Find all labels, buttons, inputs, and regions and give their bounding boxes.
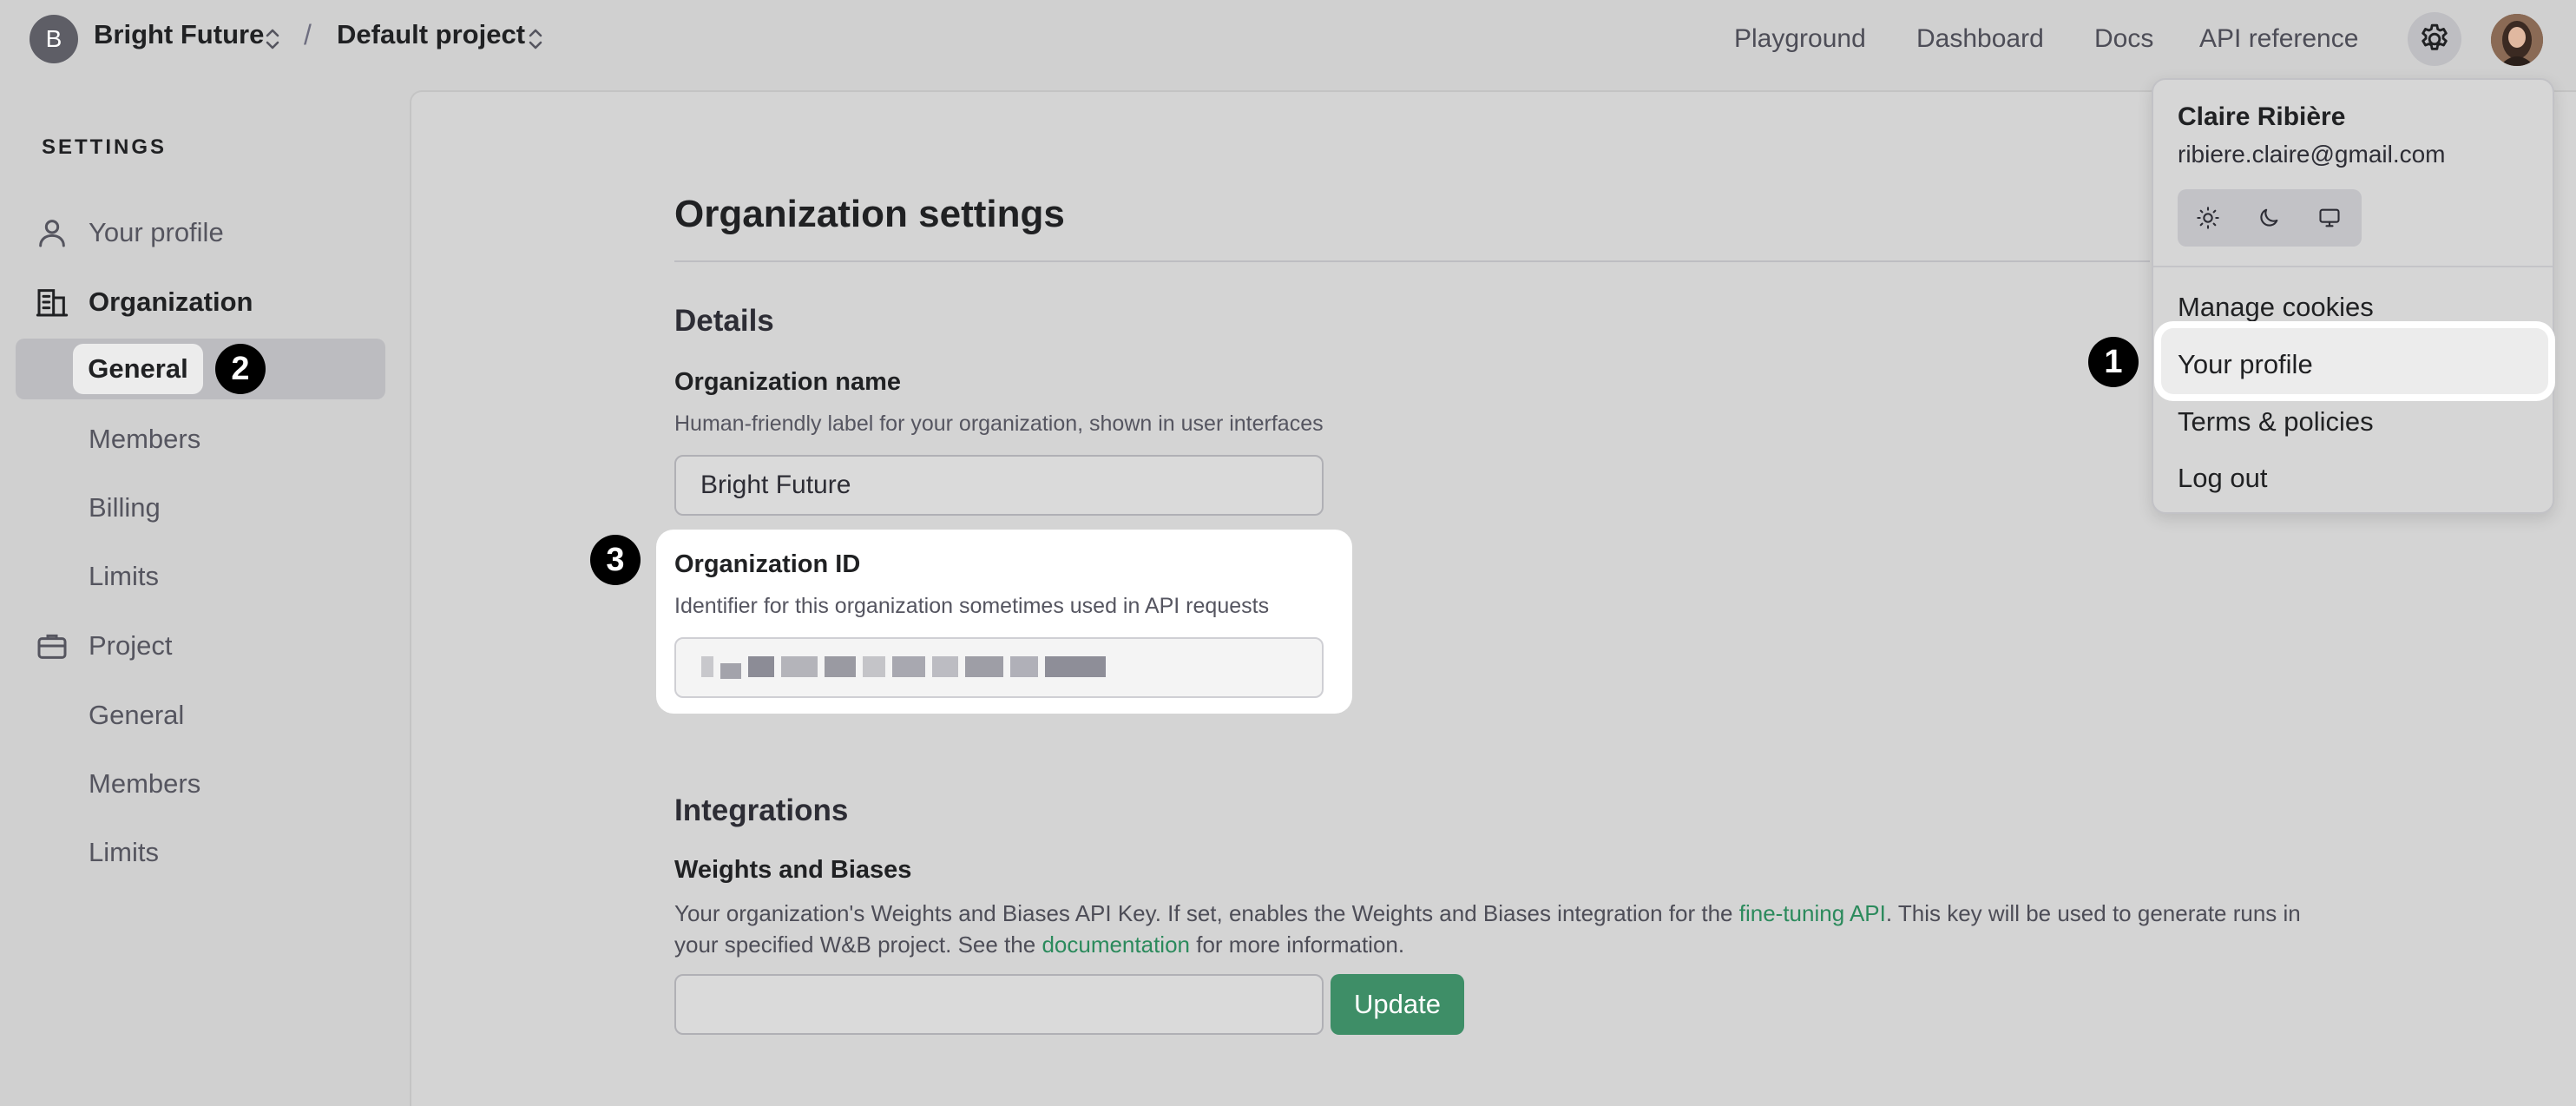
moon-icon: [2260, 208, 2278, 227]
sidebar-section-project[interactable]: Project: [89, 630, 172, 662]
top-bar: B Bright Future / Default project Playgr…: [0, 0, 2576, 80]
wandb-label: Weights and Biases: [674, 856, 912, 884]
sidebar-heading: SETTINGS: [42, 135, 168, 159]
sidebar-item-project-members[interactable]: Members: [89, 768, 200, 800]
sidebar-item-project-general[interactable]: General: [89, 700, 184, 731]
section-title-integrations: Integrations: [674, 793, 849, 827]
user-icon: [39, 220, 65, 247]
org-name-input[interactable]: Bright Future: [674, 455, 1324, 516]
chevron-updown-icon[interactable]: [263, 24, 282, 54]
settings-button[interactable]: [2408, 12, 2461, 66]
org-id-label: Organization ID: [674, 550, 861, 578]
theme-switcher: [2178, 189, 2362, 247]
sidebar-section-organization[interactable]: Organization: [89, 286, 253, 318]
menu-item-your-profile[interactable]: Your profile: [2178, 349, 2313, 380]
sidebar-item-your-profile[interactable]: Your profile: [89, 217, 224, 248]
breadcrumb-separator: /: [304, 19, 312, 50]
step-badge-2: 2: [215, 344, 266, 394]
nav-docs[interactable]: Docs: [2094, 24, 2153, 54]
menu-item-log-out[interactable]: Log out: [2178, 463, 2267, 494]
gear-icon: [2422, 23, 2448, 50]
step-badge-1: 1: [2088, 337, 2139, 387]
building-icon: [36, 289, 69, 317]
documentation-link[interactable]: documentation: [1042, 932, 1190, 958]
org-name-help: Human-friendly label for your organizati…: [674, 411, 1324, 436]
org-switcher[interactable]: Bright Future: [94, 19, 264, 50]
nav-dashboard[interactable]: Dashboard: [1916, 24, 2044, 54]
menu-item-manage-cookies[interactable]: Manage cookies: [2178, 292, 2374, 323]
nav-api-reference[interactable]: API reference: [2199, 24, 2358, 54]
theme-dark-button[interactable]: [2238, 189, 2299, 247]
dropdown-user-name: Claire Ribière: [2178, 102, 2346, 131]
dropdown-divider: [2153, 266, 2553, 267]
section-title-details: Details: [674, 304, 774, 338]
user-photo-icon: [2491, 14, 2543, 66]
update-button[interactable]: Update: [1331, 974, 1464, 1035]
monitor-icon: [2319, 208, 2340, 227]
fine-tuning-api-link[interactable]: fine-tuning API: [1739, 900, 1886, 926]
wandb-help: Your organization's Weights and Biases A…: [674, 900, 2301, 958]
page-title: Organization settings: [674, 193, 1065, 235]
user-avatar[interactable]: [2491, 14, 2543, 66]
org-id-help: Identifier for this organization sometim…: [674, 594, 1270, 618]
menu-item-terms-policies[interactable]: Terms & policies: [2178, 406, 2374, 438]
sidebar-item-org-limits[interactable]: Limits: [89, 561, 159, 592]
org-avatar[interactable]: B: [30, 15, 78, 63]
theme-system-button[interactable]: [2299, 189, 2360, 247]
title-divider: [674, 260, 2150, 262]
dropdown-user-email: ribiere.claire@gmail.com: [2178, 141, 2446, 168]
chevron-updown-icon[interactable]: [526, 24, 545, 54]
sidebar-item-org-general[interactable]: General: [73, 344, 203, 394]
sidebar-item-project-limits[interactable]: Limits: [89, 837, 159, 868]
wandb-api-key-input[interactable]: [674, 974, 1324, 1035]
nav-playground[interactable]: Playground: [1734, 24, 1866, 54]
sun-icon: [2197, 207, 2219, 229]
step-badge-3: 3: [590, 535, 641, 585]
org-name-label: Organization name: [674, 368, 902, 396]
briefcase-icon: [37, 634, 67, 659]
sidebar-item-org-billing[interactable]: Billing: [89, 492, 161, 523]
sidebar-item-org-members[interactable]: Members: [89, 424, 200, 455]
theme-light-button[interactable]: [2178, 189, 2238, 247]
project-switcher[interactable]: Default project: [337, 19, 525, 50]
